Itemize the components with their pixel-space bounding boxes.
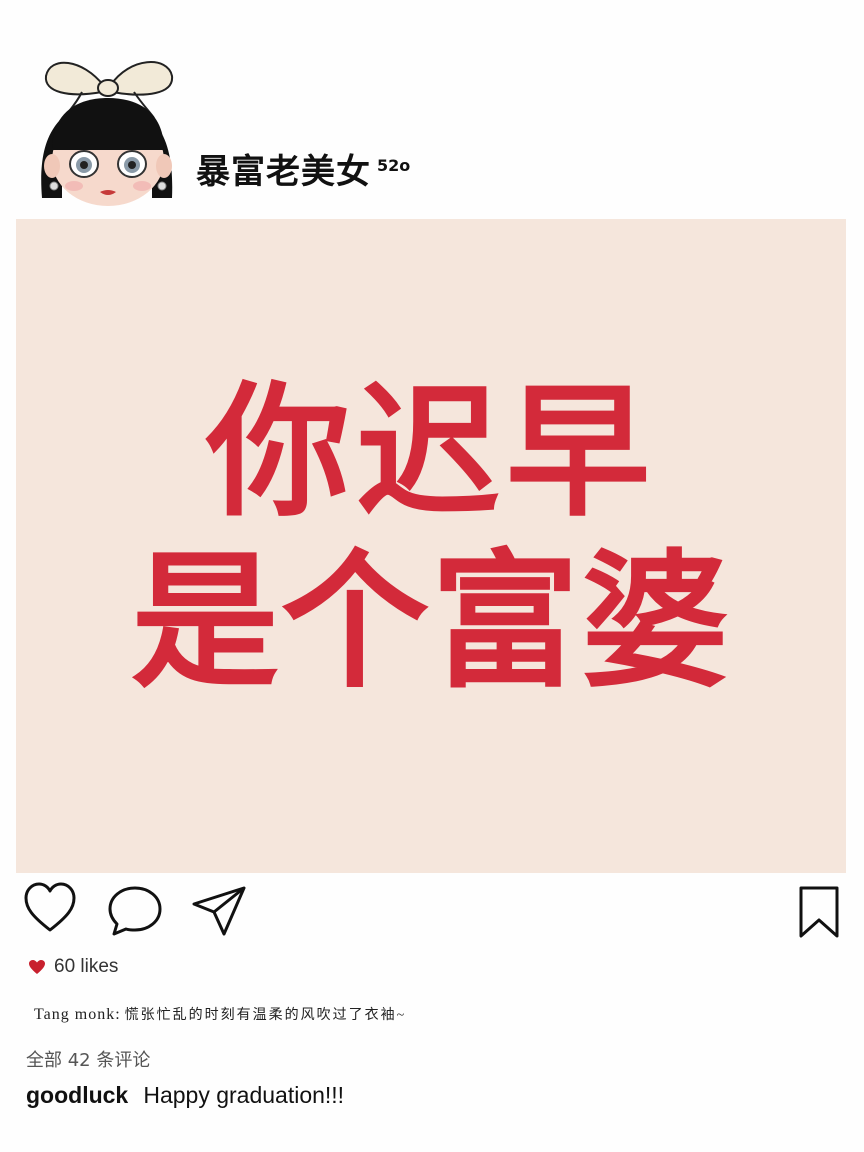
likes-count[interactable]: 60 likes bbox=[28, 956, 118, 978]
comment-button[interactable] bbox=[106, 882, 164, 938]
cartoon-girl-avatar-icon bbox=[41, 61, 174, 206]
like-button[interactable] bbox=[22, 880, 78, 936]
comment-item: goodluck Happy graduation!!! bbox=[26, 1082, 344, 1109]
heart-outline-icon bbox=[24, 882, 76, 932]
comment-username[interactable]: goodluck bbox=[26, 1082, 128, 1108]
comment-bubble-icon bbox=[108, 886, 162, 936]
post-image[interactable]: 你迟早 是个富婆 bbox=[16, 219, 846, 873]
username-suffix: 52o bbox=[377, 156, 411, 175]
bookmark-icon bbox=[799, 886, 839, 938]
avatar[interactable] bbox=[22, 48, 190, 208]
comment-text: Happy graduation!!! bbox=[143, 1082, 345, 1108]
caption-username[interactable]: Tang monk: bbox=[34, 1006, 121, 1023]
post-text-line-1: 你迟早 bbox=[205, 368, 656, 537]
likes-text: 60 likes bbox=[54, 956, 119, 977]
post-header: 暴富老美女 52o bbox=[0, 0, 864, 215]
username-row[interactable]: 暴富老美女 52o bbox=[196, 150, 410, 194]
share-button[interactable] bbox=[190, 882, 248, 938]
paper-plane-icon bbox=[192, 886, 246, 936]
view-all-comments-link[interactable]: 全部 42 条评论 bbox=[26, 1046, 150, 1072]
post-text-line-2: 是个富婆 bbox=[131, 535, 731, 708]
username[interactable]: 暴富老美女 bbox=[196, 150, 371, 194]
caption-text: 慌张忙乱的时刻有温柔的风吹过了衣袖~ bbox=[124, 1008, 407, 1023]
post-caption: Tang monk: 慌张忙乱的时刻有温柔的风吹过了衣袖~ bbox=[34, 1004, 406, 1024]
post-actions bbox=[0, 878, 864, 948]
save-button[interactable] bbox=[796, 884, 842, 940]
heart-filled-icon bbox=[29, 960, 45, 974]
